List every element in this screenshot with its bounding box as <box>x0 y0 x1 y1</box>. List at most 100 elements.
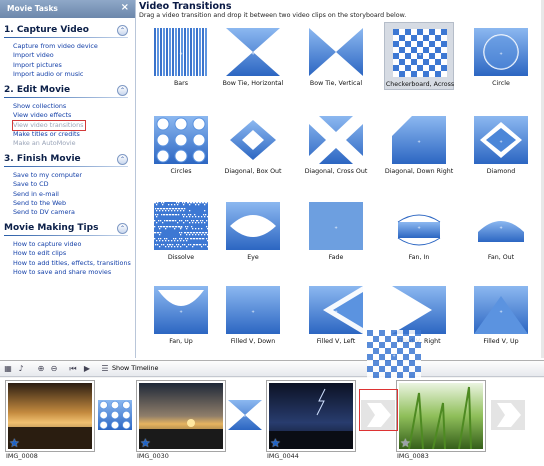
transition-tile[interactable]: + Dissolve <box>146 196 216 264</box>
task-link[interactable]: Make titles or credits <box>13 130 136 139</box>
transition-tile[interactable]: + Filled V, Up <box>466 280 536 348</box>
clip-name: IMG_0083 <box>397 452 429 460</box>
transition-tile[interactable]: + Diagonal, Down Right <box>384 110 454 178</box>
transition-tile[interactable]: + Filled V, Down <box>218 280 288 348</box>
transition-label: Bars <box>173 80 189 87</box>
svg-text:+: + <box>244 414 246 418</box>
collapse-icon[interactable]: ⌃ <box>117 85 128 96</box>
svg-text:+: + <box>179 225 182 230</box>
transition-label: Fade <box>328 254 344 261</box>
task-link[interactable]: How to add titles, effects, transitions <box>13 259 136 268</box>
storyboard-clip[interactable]: ★ <box>266 380 356 452</box>
transition-tile[interactable]: + Filled V, Left <box>301 280 371 348</box>
page-title: Video Transitions <box>139 1 232 12</box>
bowtie-h-transition-icon[interactable]: + <box>228 400 262 430</box>
section-finish-movie: 3. Finish Movie ⌃ Save to my computer Save … <box>0 153 136 217</box>
transition-tile[interactable]: + Circle <box>466 22 536 90</box>
collapse-icon[interactable]: ⌃ <box>117 25 128 36</box>
clip-name: IMG_0008 <box>6 452 38 460</box>
fan-up-icon: + <box>154 286 208 334</box>
storyboard-toolbar: ▦ ♪ ⊕ ⊖ ⏮ ▶ ☰ Show Timeline <box>0 361 544 377</box>
narrate-icon[interactable]: ♪ <box>16 364 26 374</box>
transition-tile[interactable]: + Bars <box>146 22 216 90</box>
storyboard-clip[interactable]: ★ <box>136 380 226 452</box>
bars-icon: + <box>154 28 208 76</box>
transition-tile[interactable]: + Fan, In <box>384 196 454 264</box>
task-link[interactable]: View video effects <box>13 111 136 120</box>
task-link[interactable]: How to save and share movies <box>13 268 136 277</box>
dragged-transition-icon: + <box>367 330 421 378</box>
svg-text:+: + <box>499 225 502 230</box>
eye-icon: + <box>226 202 280 250</box>
empty-transition-arrow-icon[interactable] <box>491 400 525 430</box>
circles-transition-icon[interactable]: + <box>98 400 132 430</box>
timeline-icon[interactable]: ☰ <box>100 364 110 374</box>
transition-tile[interactable]: + Checkerboard, Across <box>384 22 454 90</box>
task-link[interactable]: Import audio or music <box>13 70 136 79</box>
collapse-icon[interactable]: ⌃ <box>117 154 128 165</box>
zoom-out-icon[interactable]: ⊖ <box>49 364 59 374</box>
task-link[interactable]: How to edit clips <box>13 249 136 258</box>
show-timeline-button[interactable]: Show Timeline <box>112 364 158 372</box>
zoom-in-icon[interactable]: ⊕ <box>36 364 46 374</box>
transition-tile[interactable]: + Bow Tie, Vertical <box>301 22 371 90</box>
clip-thumbnail <box>269 383 353 449</box>
transitions-panel: Video Transitions Drag a video transitio… <box>137 0 544 358</box>
task-link[interactable]: Show collections <box>13 102 136 111</box>
task-link[interactable]: Import pictures <box>13 61 136 70</box>
section-movie-making-tips: Movie Making Tips ⌃ How to capture video Ho… <box>0 222 136 277</box>
task-link[interactable]: How to capture video <box>13 240 136 249</box>
svg-text:+: + <box>499 51 502 56</box>
task-link[interactable]: Import video <box>13 51 136 60</box>
svg-text:+: + <box>114 414 116 418</box>
transition-label: Diagonal, Down Right <box>384 168 454 175</box>
storyboard-clip[interactable]: ★ <box>5 380 95 452</box>
transition-label: Fan, Up <box>169 338 193 345</box>
play-icon[interactable]: ▶ <box>82 364 92 374</box>
transition-tile[interactable]: + Diamond <box>466 110 536 178</box>
movie-maker-window: Movie Tasks × 1. Capture Video ⌃ Capture f… <box>0 0 544 466</box>
dissolve-icon: + <box>154 202 208 250</box>
fan-out-icon: + <box>474 202 528 250</box>
svg-text:+: + <box>334 309 337 314</box>
task-link[interactable]: Send to the Web <box>13 199 136 208</box>
collapse-icon[interactable]: ⌃ <box>117 223 128 234</box>
transition-label: Bow Tie, Horizontal <box>222 80 284 87</box>
svg-text:+: + <box>499 139 502 144</box>
storyboard-view-icon[interactable]: ▦ <box>3 364 13 374</box>
section-title: 1. Capture Video <box>0 24 136 38</box>
transition-tile[interactable]: + Fan, Up <box>146 280 216 348</box>
video-effect-star-icon: ★ <box>400 436 411 450</box>
svg-text:+: + <box>334 225 337 230</box>
clip-thumbnail <box>8 383 92 449</box>
storyboard-clip[interactable]: ★ <box>396 380 486 452</box>
transition-tile[interactable]: + Circles <box>146 110 216 178</box>
task-link[interactable]: Save to my computer <box>13 171 136 180</box>
transition-tile[interactable]: + Eye <box>218 196 288 264</box>
transition-label: Circles <box>170 168 192 175</box>
transition-tile[interactable]: + Fade <box>301 196 371 264</box>
storyboard-track: ★ IMG_0008 ★ IMG_0030 ★ IMG_0044 ★ IMG_0083 + + <box>0 378 544 466</box>
transition-drop-slot[interactable] <box>359 389 398 431</box>
task-link[interactable]: Send to DV camera <box>13 208 136 217</box>
task-link[interactable]: Save to CD <box>13 180 136 189</box>
task-pane-title: Movie Tasks <box>7 4 58 13</box>
transition-label: Filled V, Up <box>483 338 519 345</box>
task-link: View video transitions <box>12 119 86 131</box>
transition-tile[interactable]: + Diagonal, Box Out <box>218 110 288 178</box>
transition-tile[interactable]: + Bow Tie, Horizontal <box>218 22 288 90</box>
video-effect-star-icon: ★ <box>140 436 151 450</box>
movie-tasks-pane: Movie Tasks × 1. Capture Video ⌃ Capture f… <box>0 0 136 358</box>
rewind-icon[interactable]: ⏮ <box>68 364 78 374</box>
transition-tile[interactable]: + Fan, Out <box>466 196 536 264</box>
clip-name: IMG_0044 <box>267 452 299 460</box>
transition-label: Eye <box>247 254 259 261</box>
transition-tile[interactable]: + Diagonal, Cross Out <box>301 110 371 178</box>
transition-label: Diamond <box>486 168 516 175</box>
svg-text:+: + <box>392 353 395 358</box>
close-icon[interactable]: × <box>121 2 129 13</box>
task-link[interactable]: Capture from video device <box>13 42 136 51</box>
task-link[interactable]: Send in e-mail <box>13 190 136 199</box>
transition-label: Filled V, Left <box>316 338 356 345</box>
svg-text:+: + <box>251 139 254 144</box>
